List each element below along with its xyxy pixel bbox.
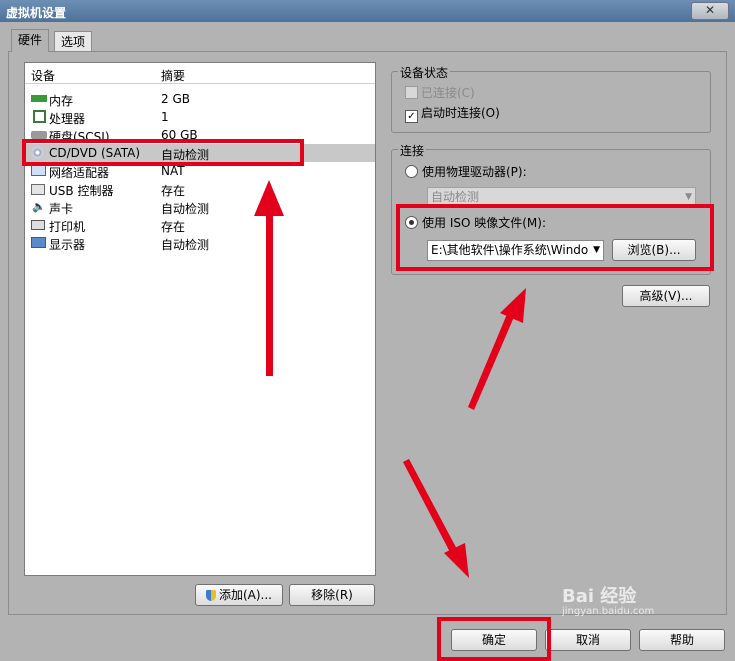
arrow-up-icon: [254, 180, 284, 376]
tab-hardware[interactable]: 硬件: [11, 29, 50, 52]
arrow-diagonal-icon: [468, 288, 526, 410]
arrow-down-icon: [403, 459, 469, 578]
annotation-arrows: [254, 180, 526, 578]
